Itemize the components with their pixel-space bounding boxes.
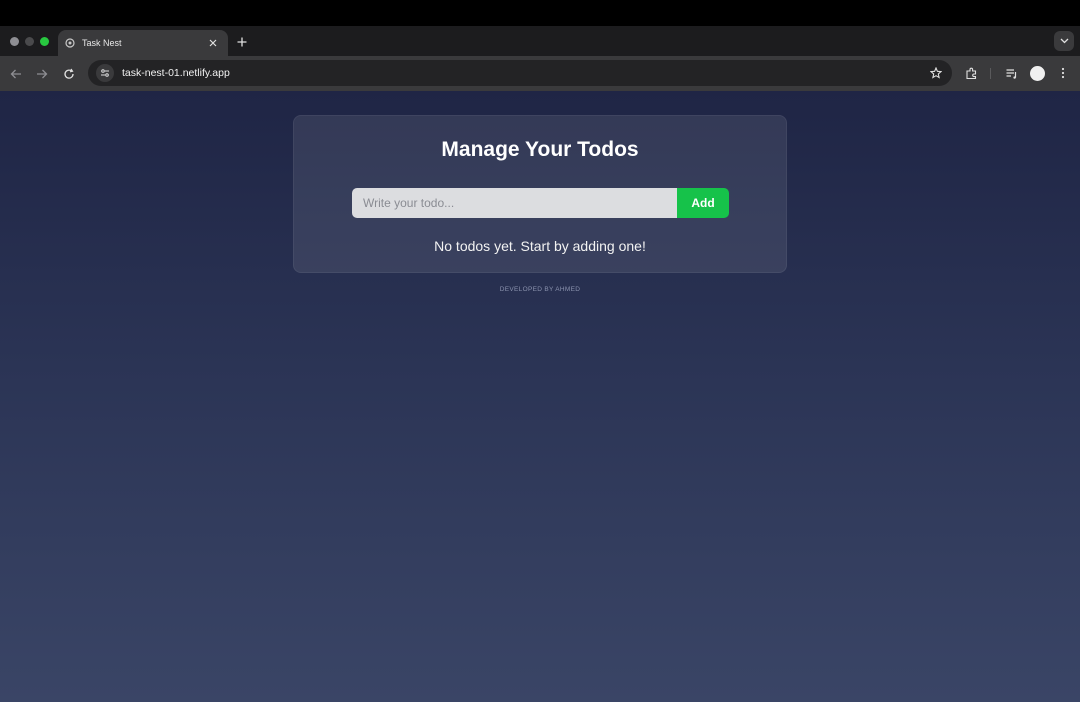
screen-top-bar [0, 0, 1080, 26]
todo-form: Add [352, 188, 729, 218]
media-queue-icon[interactable] [1003, 65, 1019, 81]
tab-search-chevron-down-icon[interactable] [1054, 31, 1074, 51]
window-controls [10, 37, 49, 46]
window-minimize-button[interactable] [25, 37, 34, 46]
add-todo-button[interactable]: Add [677, 188, 729, 218]
favicon-icon [64, 37, 76, 49]
bookmark-star-icon[interactable] [928, 65, 944, 81]
reload-icon[interactable] [61, 66, 77, 82]
url-text: task-nest-01.netlify.app [122, 67, 230, 79]
todo-input[interactable] [352, 188, 677, 218]
back-arrow-icon[interactable] [8, 66, 24, 82]
address-bar[interactable]: task-nest-01.netlify.app [88, 60, 952, 86]
extensions-puzzle-icon[interactable] [963, 65, 979, 81]
todo-card: Manage Your Todos Add No todos yet. Star… [293, 115, 787, 273]
site-info-icon[interactable] [96, 64, 114, 82]
new-tab-icon[interactable] [234, 34, 250, 50]
profile-avatar[interactable] [1030, 66, 1045, 81]
browser-toolbar: task-nest-01.netlify.app [0, 56, 1080, 91]
toolbar-divider [990, 68, 991, 79]
page-viewport: Manage Your Todos Add No todos yet. Star… [0, 91, 1080, 702]
tab-title: Task Nest [82, 38, 122, 48]
browser-tab-active[interactable]: Task Nest [58, 30, 228, 56]
browser-tab-strip: Task Nest [0, 26, 1080, 56]
footer-credit: DEVELOPED BY AHMED [499, 286, 581, 293]
tab-close-icon[interactable] [206, 36, 220, 50]
window-maximize-button[interactable] [40, 37, 49, 46]
browser-menu-icon[interactable] [1055, 65, 1071, 81]
window-close-button[interactable] [10, 37, 19, 46]
page-title: Manage Your Todos [441, 138, 639, 161]
forward-arrow-icon[interactable] [34, 66, 50, 82]
empty-state-message: No todos yet. Start by adding one! [434, 238, 646, 254]
